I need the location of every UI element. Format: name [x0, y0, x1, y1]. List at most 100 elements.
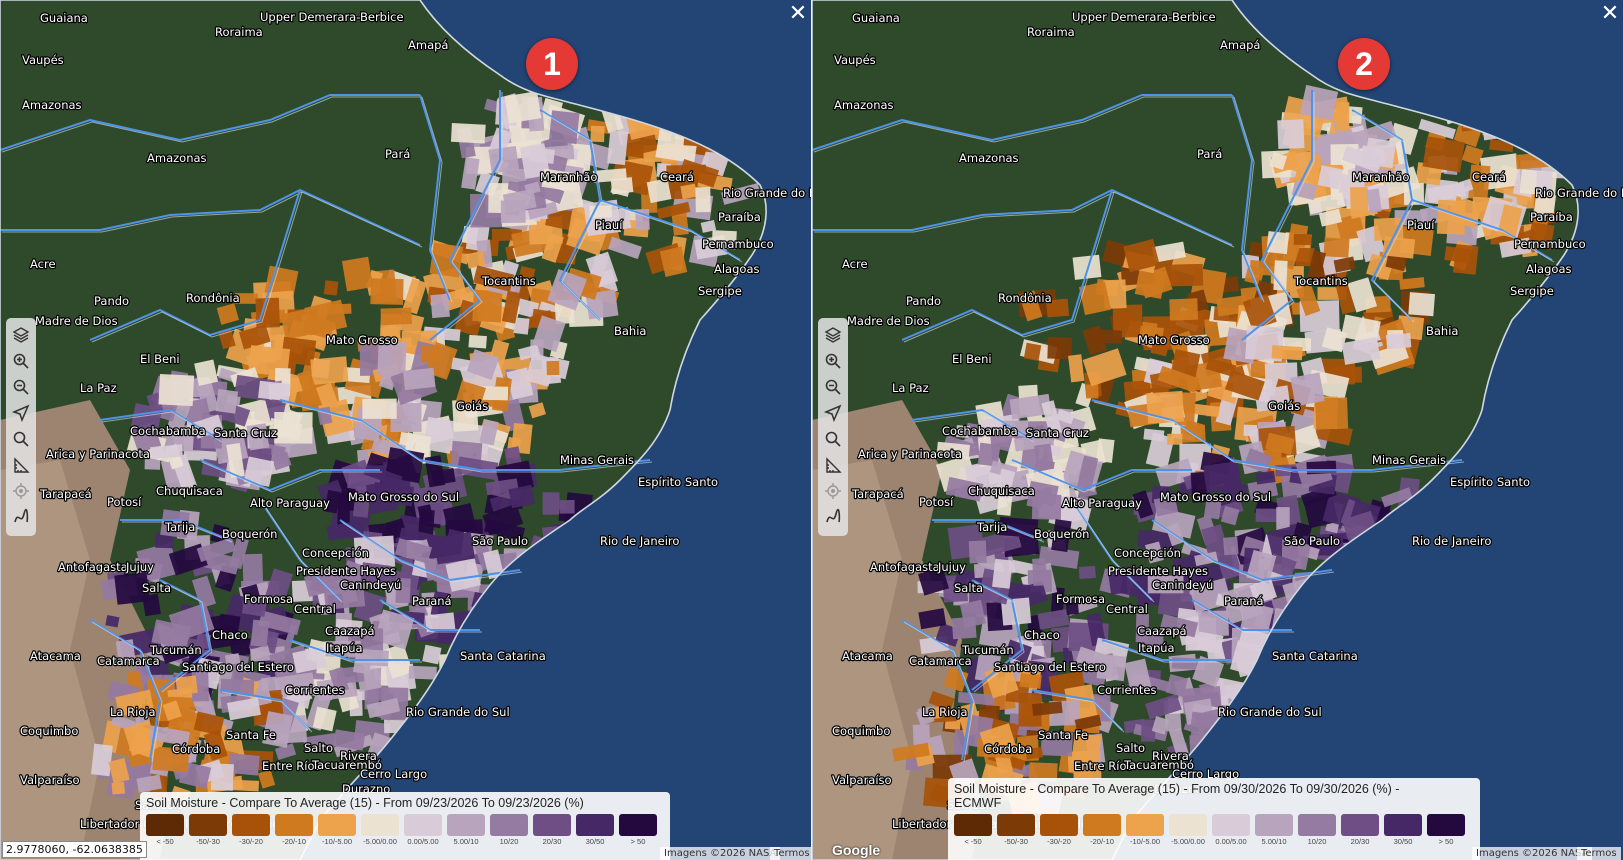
- swatch-label: 0.00/5.00: [407, 837, 439, 846]
- place-label: La Rioja: [110, 705, 156, 719]
- swatch-label: -30/-20: [1047, 837, 1071, 846]
- legend-swatches: < -50 -50/-30 -30/-20 -20/-10 -10/-5.00 -5.00…: [954, 814, 1474, 846]
- place-label: Paraíba: [718, 210, 761, 224]
- place-label: Santa Catarina: [460, 649, 546, 663]
- place-label: Paraná: [1224, 594, 1264, 608]
- zoom-out-icon[interactable]: [820, 374, 846, 400]
- place-label: Atacama: [842, 649, 893, 663]
- map-pane-2[interactable]: Guaiana Upper Demerara-Berbice Roraima Amap…: [812, 0, 1623, 860]
- swatch-color: [1169, 814, 1207, 836]
- legend-swatch: < -50: [146, 814, 184, 846]
- place-label: Caazapá: [1137, 624, 1187, 638]
- swatch-color: [447, 814, 485, 836]
- place-label: Bahia: [614, 324, 646, 338]
- place-label: Rondônia: [186, 291, 240, 305]
- place-label: Espírito Santo: [638, 475, 718, 489]
- legend: Soil Moisture - Compare To Average (15) …: [140, 792, 670, 860]
- place-label: Cochabamba: [942, 424, 1018, 438]
- layers-icon[interactable]: [8, 322, 34, 348]
- swatch-label: 5.00/10: [1261, 837, 1287, 846]
- place-label: Mato Grosso do Sul: [1160, 490, 1271, 504]
- swatch-label: > 50: [1438, 837, 1454, 846]
- swatch-color: [361, 814, 399, 836]
- measure-icon[interactable]: [8, 452, 34, 478]
- place-label: Alto Paraguay: [1062, 496, 1142, 510]
- legend-swatch: -5.00/0.00: [1169, 814, 1207, 846]
- place-label: Canindeyú: [340, 578, 401, 592]
- swatch-label: 30/50: [1393, 837, 1413, 846]
- place-label: Chuquisaca: [156, 484, 223, 498]
- place-label: Pando: [906, 294, 941, 308]
- map-canvas[interactable]: Guaiana Upper Demerara-BerbiceRoraima Amap…: [812, 0, 1623, 860]
- place-label: Rio Grande do Norte: [723, 186, 811, 200]
- swatch-color: [189, 814, 227, 836]
- locate-icon[interactable]: [8, 478, 34, 504]
- place-label: Goiás: [1268, 399, 1300, 413]
- swatch-color: [1427, 814, 1465, 836]
- place-label: Tocantins: [1293, 274, 1348, 288]
- place-label: El Beni: [140, 352, 180, 366]
- terms-link[interactable]: Termos: [1577, 847, 1621, 860]
- place-label: Piauí: [1407, 218, 1435, 232]
- swatch-color: [146, 814, 184, 836]
- swatch-label: -10/-5.00: [321, 837, 353, 846]
- swatch-color: [318, 814, 356, 836]
- map-canvas[interactable]: Guaiana Upper Demerara-BerbiceRoraima Amap…: [0, 0, 811, 860]
- place-label: Corrientes: [1097, 683, 1156, 697]
- search-icon[interactable]: [820, 426, 846, 452]
- measure-icon[interactable]: [820, 452, 846, 478]
- legend-swatch: 0.00/5.00: [404, 814, 442, 846]
- attribution: Imagens ©2026 NASA: [1472, 847, 1593, 860]
- terms-link[interactable]: Termos: [770, 847, 811, 860]
- zoom-out-icon[interactable]: [8, 374, 34, 400]
- draw-icon[interactable]: [8, 504, 34, 530]
- place-label: Mato Grosso: [1138, 333, 1210, 347]
- navigate-icon[interactable]: [8, 400, 34, 426]
- place-label: Central: [1106, 602, 1148, 616]
- swatch-color: [1298, 814, 1336, 836]
- legend-swatch: 20/30: [1341, 814, 1379, 846]
- swatch-color: [954, 814, 992, 836]
- place-label: Coquimbo: [20, 724, 78, 738]
- legend-swatch: 5.00/10: [447, 814, 485, 846]
- zoom-in-icon[interactable]: [8, 348, 34, 374]
- map-pane-1[interactable]: Guaiana Upper Demerara-Berbice Roraima Amap…: [0, 0, 811, 860]
- layers-icon[interactable]: [820, 322, 846, 348]
- place-label: Madre de Dios: [35, 314, 118, 328]
- place-label: Rondônia: [998, 291, 1052, 305]
- swatch-color: [490, 814, 528, 836]
- place-label: Ceará: [660, 170, 694, 184]
- zoom-in-icon[interactable]: [820, 348, 846, 374]
- place-label: Bahia: [1426, 324, 1458, 338]
- place-label: Acre: [30, 257, 56, 271]
- legend-swatch: 20/30: [533, 814, 571, 846]
- place-label: Valparaíso: [832, 773, 892, 787]
- locate-icon[interactable]: [820, 478, 846, 504]
- navigate-icon[interactable]: [820, 400, 846, 426]
- swatch-color: [1341, 814, 1379, 836]
- place-label: Arica y Parinacota: [858, 447, 962, 461]
- place-label: Amazonas: [147, 151, 207, 165]
- place-label: Santiago del Estero: [182, 660, 294, 674]
- draw-icon[interactable]: [820, 504, 846, 530]
- close-icon[interactable]: ✕: [1600, 3, 1620, 25]
- legend-swatch: 10/20: [490, 814, 528, 846]
- place-label: Pará: [385, 147, 410, 161]
- place-label: Atacama: [30, 649, 81, 663]
- place-label: Sergipe: [698, 284, 742, 298]
- place-label: Tocantins: [481, 274, 536, 288]
- swatch-color: [404, 814, 442, 836]
- legend-title: Soil Moisture - Compare To Average (15) …: [146, 796, 584, 810]
- search-icon[interactable]: [8, 426, 34, 452]
- place-label: Rio Grande do Sul: [406, 705, 510, 719]
- place-label: Catamarca: [909, 654, 972, 668]
- place-label: Mato Grosso: [326, 333, 398, 347]
- attribution: Imagens ©2026 NASA: [660, 847, 781, 860]
- swatch-label: < -50: [964, 837, 982, 846]
- legend: Soil Moisture - Compare To Average (15) …: [948, 778, 1480, 860]
- place-label: Jujuy: [937, 560, 966, 574]
- place-label: Itapúa: [1138, 641, 1175, 655]
- legend-swatch: < -50: [954, 814, 992, 846]
- swatch-color: [619, 814, 657, 836]
- close-icon[interactable]: ✕: [788, 3, 808, 25]
